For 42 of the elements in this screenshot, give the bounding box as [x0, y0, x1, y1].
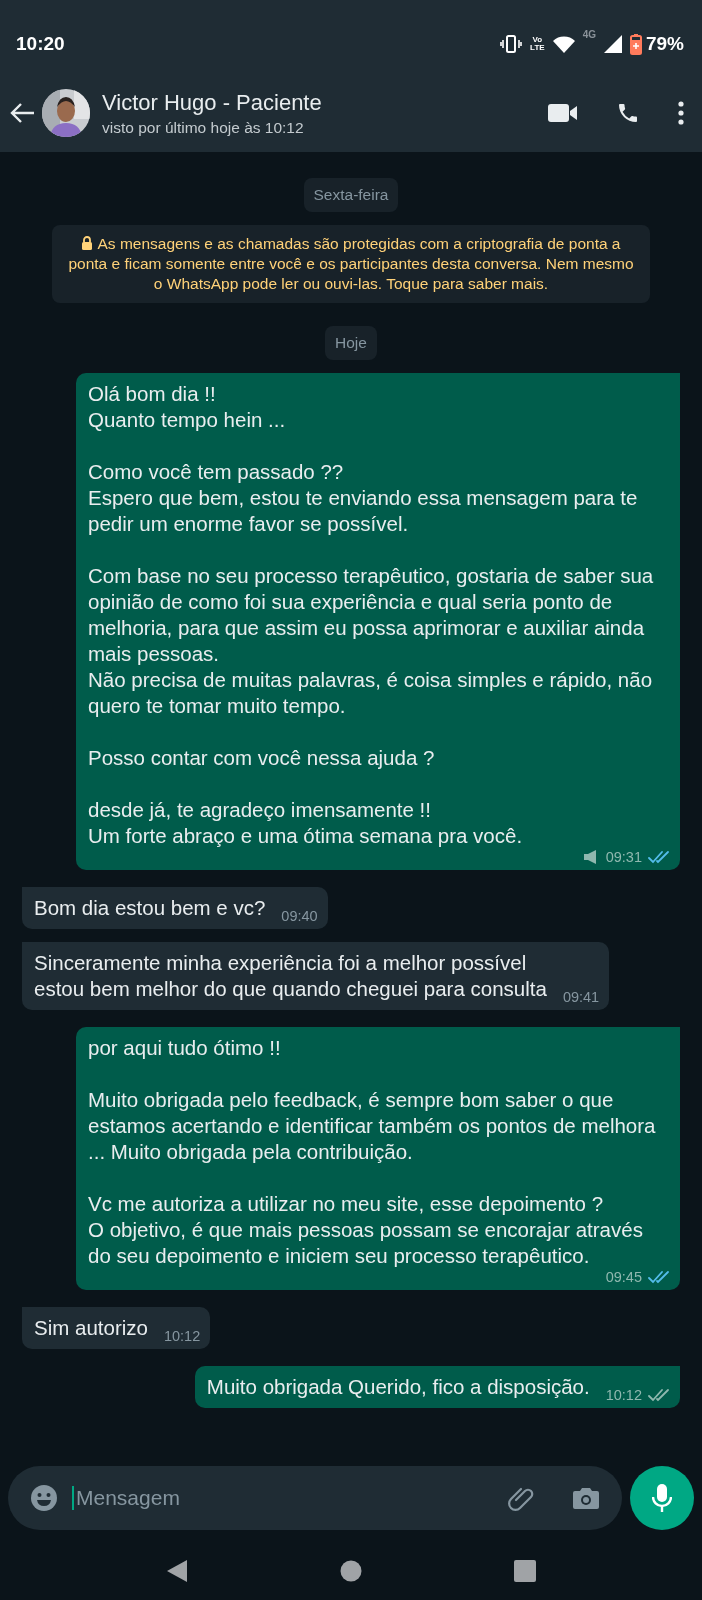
network-type: 4G: [582, 29, 596, 40]
message-text: por aqui tudo ótimo !! Muito obrigada pelo feedback, é sempre bom saber o que estamos acertando e identificar também os pontos de melhora ... Muito obrigada pela contribuição. Vc me autoriza a utilizar no meu site, esse depoimento ? O objetivo, é que mais pessoas possam se encorajar através do seu depoimento e iniciem seu processo terapêutico.: [88, 1035, 657, 1269]
menu-button[interactable]: [678, 101, 684, 125]
battery-icon: [629, 33, 642, 55]
back-nav-button[interactable]: [166, 1559, 188, 1583]
message-text: Olá bom dia !! Quanto tempo hein ... Como você tem passado ?? Espero que bem, estou te enviando essa mensagem para te pedir um enorme favor se possível. Com base no seu processo terapêutico, gostaria de saber sua opinião de como foi sua experiência e qual seria ponto de melhoria, para que assim eu possa aprimorar e auxiliar ainda mais pessoas. Não precisa de muitas palavras, é coisa simples e rápido, não quero te tomar muito tempo. Posso contar com você nessa ajuda ? desde já, te agradeço imensamente !! Um forte abraço e uma ótima semana pra você.: [88, 381, 655, 849]
microphone-icon: [652, 1483, 672, 1513]
date-chip: Sexta-feira: [303, 178, 399, 212]
status-time: 10:20: [16, 33, 65, 55]
emoji-button[interactable]: [30, 1484, 58, 1512]
message-input[interactable]: Mensagem: [72, 1486, 492, 1510]
vibrate-icon: [500, 35, 523, 53]
sent-message[interactable]: Muito obrigada Querido, fico a disposição. 10:12: [194, 1366, 680, 1408]
message-time: 09:40: [281, 908, 318, 924]
message-text: Sim autorizo: [34, 1315, 148, 1341]
message-field[interactable]: Mensagem: [8, 1466, 622, 1530]
message-text: Sinceramente minha experiência foi a melhor possível estou bem melhor do que quando cheguei para consulta: [34, 950, 547, 1002]
last-seen-status: visto por último hoje às 10:12: [102, 118, 305, 137]
date-chip: Hoje: [325, 326, 377, 360]
battery-level: 79%: [645, 33, 684, 55]
wifi-icon: [552, 35, 575, 53]
sent-message[interactable]: [76, 1027, 680, 1290]
received-message[interactable]: Sim autorizo 10:12: [22, 1307, 211, 1349]
message-time: 09:45: [605, 1269, 642, 1285]
camera-button[interactable]: [572, 1486, 600, 1510]
received-message[interactable]: Sinceramente minha experiência foi a melhor possível estou bem melhor do que quando cheguei para consulta 09:41: [22, 942, 610, 1010]
message-text: Muito obrigada Querido, fico a disposição.: [206, 1374, 590, 1400]
home-nav-button[interactable]: [340, 1560, 362, 1582]
received-message[interactable]: Bom dia estou bem e vc? 09:40: [22, 887, 328, 929]
phone-call-button[interactable]: [616, 101, 640, 125]
signal-icon: [603, 35, 622, 53]
message-time: 10:12: [605, 1387, 642, 1403]
contact-name[interactable]: Victor Hugo - Paciente: [102, 89, 322, 116]
lock-icon: [81, 236, 94, 250]
encryption-notice[interactable]: As mensagens e as chamadas são protegidas com a criptografia de ponta a ponta e ficam somente entre você e os participantes desta conversa. Nem mesmo o WhatsApp pode ler ou ouvi-las. Toque para saber mais.: [52, 225, 650, 303]
video-call-button[interactable]: [548, 103, 578, 123]
message-text: Bom dia estou bem e vc?: [34, 895, 266, 921]
back-button[interactable]: [10, 102, 36, 124]
message-time: 09:41: [562, 989, 600, 1005]
volte-label: Vo LTE: [530, 36, 545, 52]
message-time: 10:12: [163, 1328, 201, 1344]
message-time: 09:31: [605, 849, 642, 865]
